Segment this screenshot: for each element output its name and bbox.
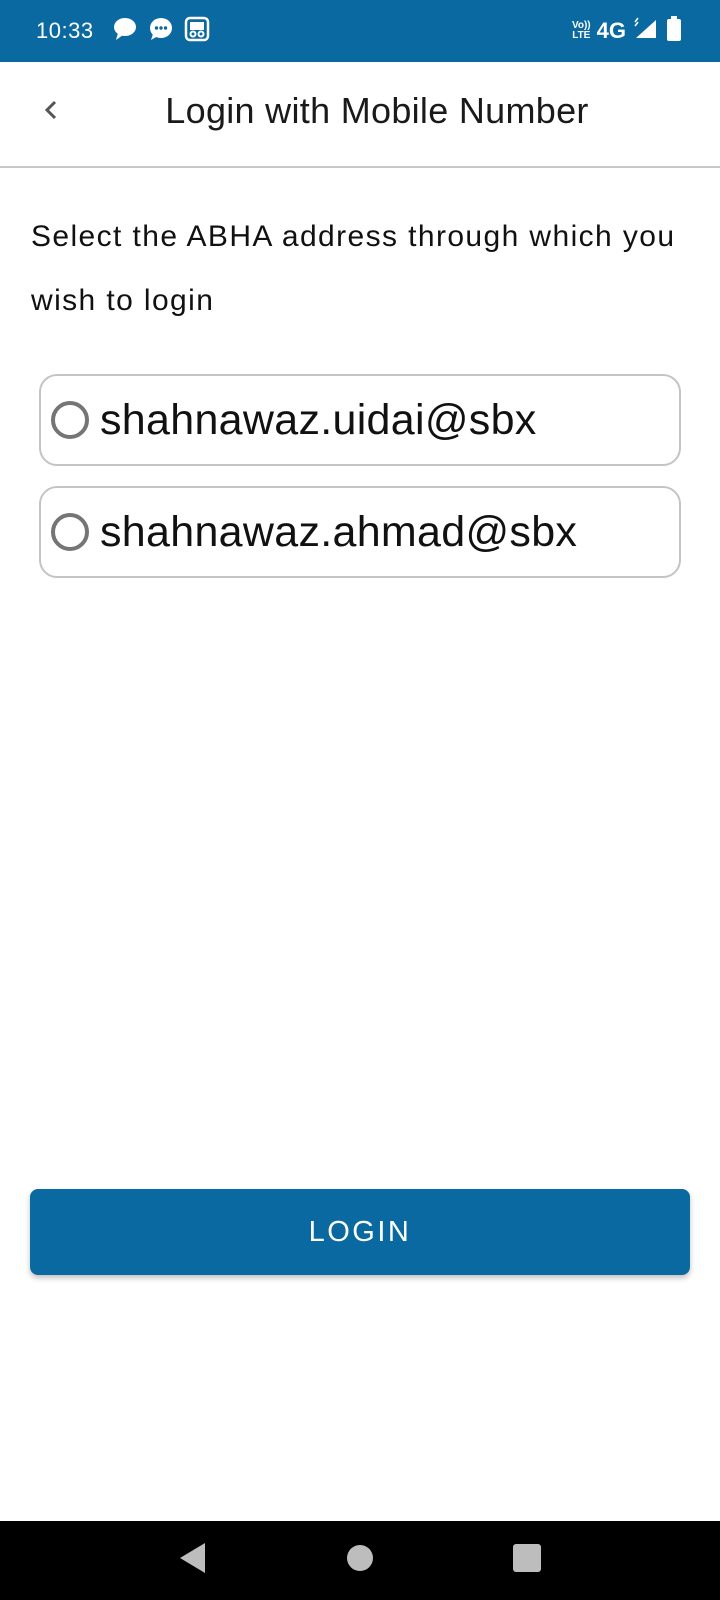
nav-home-button[interactable]	[335, 1536, 385, 1586]
message-dots-icon	[148, 16, 174, 47]
nav-recents-button[interactable]	[502, 1536, 552, 1586]
radio-button[interactable]	[51, 401, 89, 439]
chat-bubble-icon	[112, 16, 138, 47]
abha-address-option[interactable]: shahnawaz.ahmad@sbx	[39, 486, 681, 578]
signal-icon	[632, 16, 658, 47]
login-button[interactable]: LOGIN	[30, 1189, 690, 1275]
notification-icons	[112, 16, 210, 47]
screen: 10:33 Vo)) LTE 4G Login with Mobile Numb…	[0, 0, 720, 1600]
battery-icon	[664, 15, 684, 48]
abha-address-label: shahnawaz.uidai@sbx	[100, 395, 537, 444]
volte-icon: Vo)) LTE	[571, 20, 591, 41]
page-title: Login with Mobile Number	[165, 90, 589, 131]
abha-address-label: shahnawaz.ahmad@sbx	[100, 507, 578, 556]
recents-square-icon	[512, 1543, 542, 1578]
network-type: 4G	[596, 18, 626, 43]
nav-back-button[interactable]	[168, 1536, 218, 1586]
home-circle-icon	[345, 1543, 375, 1578]
radio-button[interactable]	[51, 513, 89, 551]
instruction-text: Select the ABHA address through which yo…	[31, 220, 676, 317]
status-time: 10:33	[36, 18, 94, 43]
screen-cast-icon	[184, 16, 210, 47]
abha-address-option[interactable]: shahnawaz.uidai@sbx	[39, 374, 681, 466]
navigation-bar	[0, 1521, 720, 1600]
app-bar: Login with Mobile Number	[0, 62, 720, 168]
system-status-icons: Vo)) LTE 4G	[572, 15, 684, 48]
back-triangle-icon	[177, 1541, 209, 1580]
status-bar: 10:33 Vo)) LTE 4G	[0, 0, 720, 62]
